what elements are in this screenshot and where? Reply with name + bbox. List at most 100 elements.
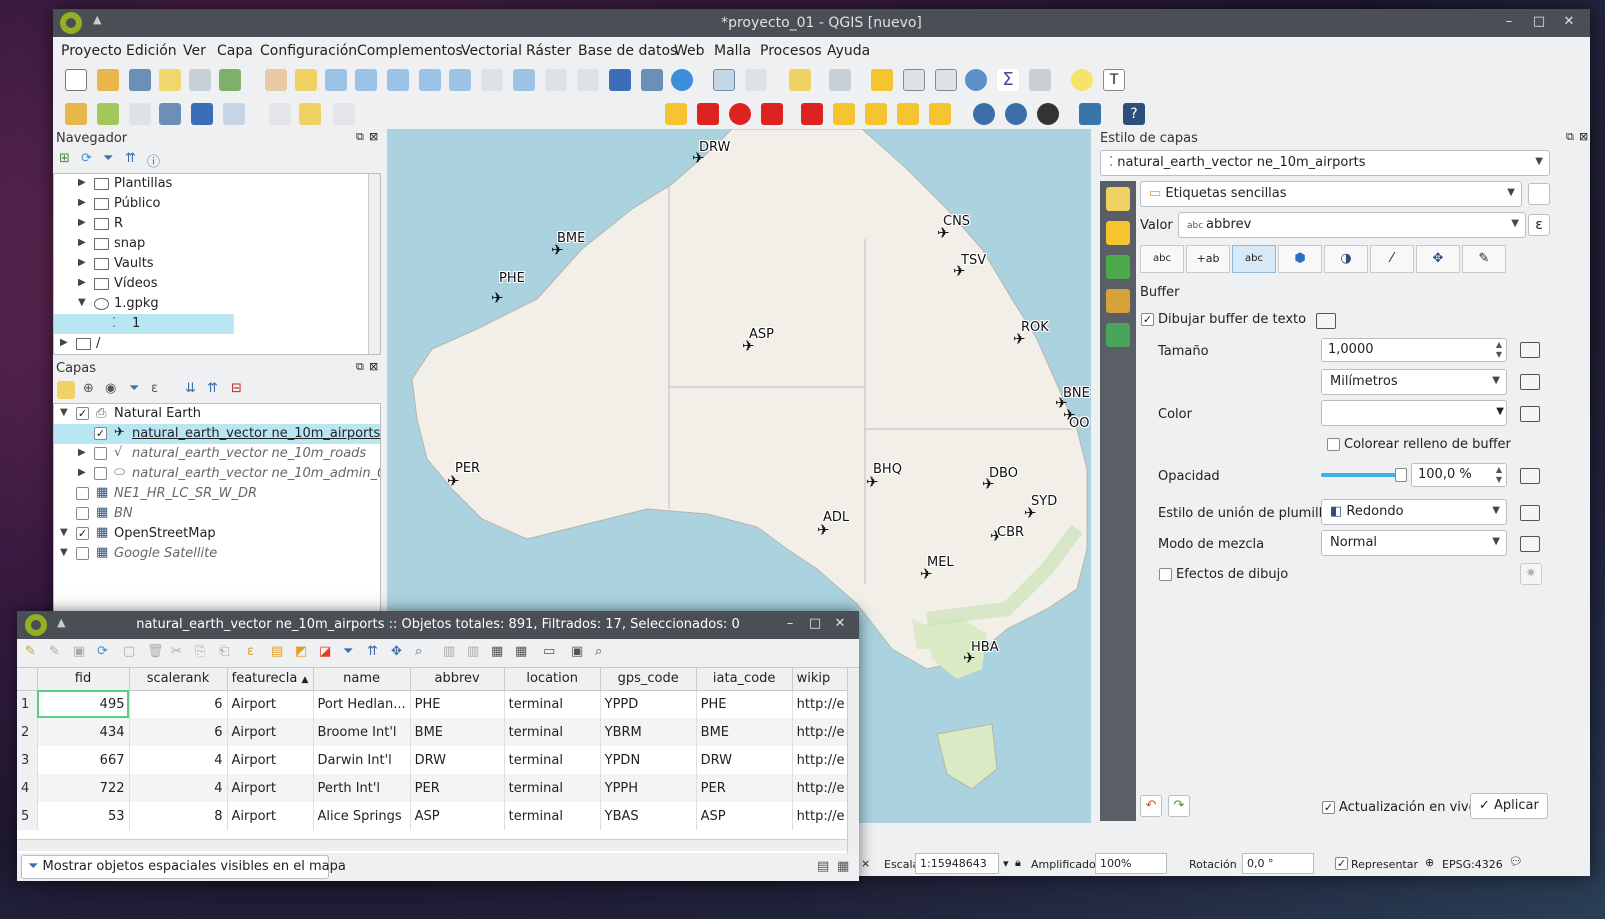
layer-group-natural-earth[interactable]: ▼ ✓ ⎙ Natural Earth [54, 404, 380, 424]
zoom-in-icon[interactable] [325, 69, 347, 91]
browser-item[interactable]: ▶ Vaults [54, 254, 364, 274]
lock-scale-icon[interactable]: 🔒︎ [1015, 856, 1021, 870]
label-settings-icon[interactable] [1528, 183, 1550, 205]
float-panel-icon[interactable]: ⧉ [1566, 130, 1574, 144]
undo-icon[interactable]: ↶ [1140, 795, 1162, 817]
layer-visibility-checkbox[interactable] [76, 507, 89, 520]
text-annotation-icon[interactable]: T [1103, 69, 1125, 91]
browser-item[interactable]: ▶ R [54, 214, 364, 234]
new-project-icon[interactable] [65, 69, 87, 91]
show-hide-labels-icon[interactable] [761, 103, 783, 125]
delete-feature-icon[interactable]: 🗑︎ [147, 644, 164, 659]
feature-filter-button[interactable]: ⏷ Mostrar objetos espaciales visibles en… [21, 855, 346, 879]
maximize-icon[interactable]: □ [1530, 14, 1548, 29]
identify-features-icon[interactable] [713, 69, 735, 91]
minimize-icon[interactable]: – [1500, 14, 1518, 29]
rotate-label-icon[interactable] [833, 103, 855, 125]
diagrams-tab-icon[interactable] [1106, 289, 1130, 313]
new-map-view-icon[interactable] [577, 69, 599, 91]
layer-visibility-checkbox[interactable] [76, 487, 89, 500]
field-calculator-icon[interactable] [935, 69, 957, 91]
opacity-override-icon[interactable] [1520, 468, 1540, 484]
save-project-icon[interactable] [129, 69, 151, 91]
browser-scrollbar[interactable] [368, 174, 380, 354]
menu-base-datos[interactable]: Base de datos [578, 43, 677, 59]
redo-icon[interactable]: ↷ [1168, 795, 1190, 817]
processing-toolbox-icon[interactable] [965, 69, 987, 91]
shadow-tab-icon[interactable]: ⁄ [1370, 245, 1414, 273]
layer-visibility-checkbox[interactable] [76, 547, 89, 560]
formatting-tab-icon[interactable]: +ab [1186, 245, 1230, 273]
bookmarks-icon[interactable] [641, 69, 663, 91]
new-geopackage-icon[interactable] [97, 103, 119, 125]
toggle-editing-icon[interactable]: ✎ [25, 644, 36, 659]
mask-tab-icon[interactable]: ⬢ [1278, 245, 1322, 273]
join-override-icon[interactable] [1520, 505, 1540, 521]
help-icon[interactable]: ? [1123, 103, 1145, 125]
browser-refresh-icon[interactable]: ⟳ [81, 151, 92, 166]
opacity-slider[interactable] [1321, 468, 1407, 482]
live-update-checkbox[interactable]: ✓ [1322, 801, 1335, 814]
layer-visibility-checkbox[interactable] [94, 467, 107, 480]
menu-malla[interactable]: Malla [714, 43, 751, 59]
messages-icon[interactable]: 💬︎ [1509, 855, 1523, 868]
table-horizontal-scrollbar[interactable] [17, 839, 847, 851]
label-value-combo[interactable]: abc abbrev ▼ [1178, 212, 1526, 238]
layout-manager-icon[interactable] [189, 69, 211, 91]
color-buffer-fill-checkbox[interactable] [1327, 438, 1340, 451]
form-view-icon[interactable]: ▤ [817, 859, 829, 874]
new-shapefile-icon[interactable] [129, 103, 151, 125]
table-vertical-scrollbar[interactable] [847, 668, 859, 853]
label-toolbar-icon[interactable] [665, 103, 687, 125]
info-icon[interactable]: ⓘ [147, 151, 160, 170]
menu-configuracion[interactable]: Configuración [260, 43, 357, 59]
collapse-all-icon[interactable]: ⇈ [125, 151, 136, 166]
menu-ver[interactable]: Ver [183, 43, 206, 59]
invert-selection-icon[interactable]: ◩ [295, 644, 307, 659]
new-mesh-layer-icon[interactable] [223, 103, 245, 125]
open-project-icon[interactable] [97, 69, 119, 91]
menu-ayuda[interactable]: Ayuda [827, 43, 870, 59]
close-panel-icon[interactable]: ⊠ [1579, 130, 1588, 143]
new-print-layout-icon[interactable] [159, 69, 181, 91]
browser-item-selected[interactable]: ⁚ 1 [54, 314, 234, 334]
style-manager-icon[interactable] [219, 69, 241, 91]
move-label-icon[interactable] [801, 103, 823, 125]
temporal-controller-icon[interactable] [609, 69, 631, 91]
close-icon[interactable]: ✕ [1560, 14, 1578, 29]
draw-buffer-checkbox[interactable]: ✓ [1141, 313, 1154, 326]
crs-button[interactable]: EPSG:4326 [1442, 858, 1503, 871]
select-by-value-icon[interactable] [829, 69, 851, 91]
minimize-icon[interactable]: – [781, 616, 799, 631]
georeferencer-icon[interactable] [1005, 103, 1027, 125]
statistics-sigma-icon[interactable]: Σ [997, 69, 1019, 91]
units-override-icon[interactable] [1520, 374, 1540, 390]
browser-item[interactable]: ▶ / [54, 334, 364, 354]
column-header[interactable]: abbrev [410, 668, 505, 691]
copy-icon[interactable]: ⎘ [195, 644, 205, 659]
zoom-to-selection-icon[interactable]: ⌕ [415, 644, 422, 659]
conditional-formatting-icon[interactable]: ▭ [543, 644, 555, 659]
pen-join-style-combo[interactable]: ◧ Redondo ▼ [1321, 499, 1507, 525]
layer-admin[interactable]: ▶ ⬭ natural_earth_vector ne_10m_admin_0_… [54, 464, 380, 484]
close-panel-icon[interactable]: ⊠ [369, 130, 378, 143]
refresh-icon[interactable] [671, 69, 693, 91]
delete-field-icon[interactable]: ▥ [467, 644, 479, 659]
current-edits-icon[interactable] [269, 103, 291, 125]
close-panel-icon[interactable]: ⊠ [369, 360, 378, 373]
dock-table-icon[interactable]: ▣ [571, 644, 583, 659]
menu-procesos[interactable]: Procesos [760, 43, 822, 59]
paste-icon[interactable]: ⎗ [219, 644, 229, 659]
attribute-table-icon[interactable] [903, 69, 925, 91]
browser-item[interactable]: ▶ Vídeos [54, 274, 364, 294]
opacity-spinbox[interactable]: 100,0 % ▲ ▼ [1411, 463, 1507, 487]
organize-columns-icon[interactable]: ▦ [491, 644, 503, 659]
plugin-globe-icon[interactable] [1037, 103, 1059, 125]
blend-mode-combo[interactable]: Normal ▼ [1321, 530, 1507, 556]
select-all-icon[interactable]: ▤ [271, 644, 283, 659]
menu-complementos[interactable]: Complementos [357, 43, 463, 59]
table-row[interactable]: 5 53 8 Airport Alice Springs ASP termina… [17, 802, 850, 830]
float-panel-icon[interactable]: ⧉ [356, 360, 364, 374]
zoom-native-icon[interactable] [481, 69, 503, 91]
measure-icon[interactable] [1029, 69, 1051, 91]
